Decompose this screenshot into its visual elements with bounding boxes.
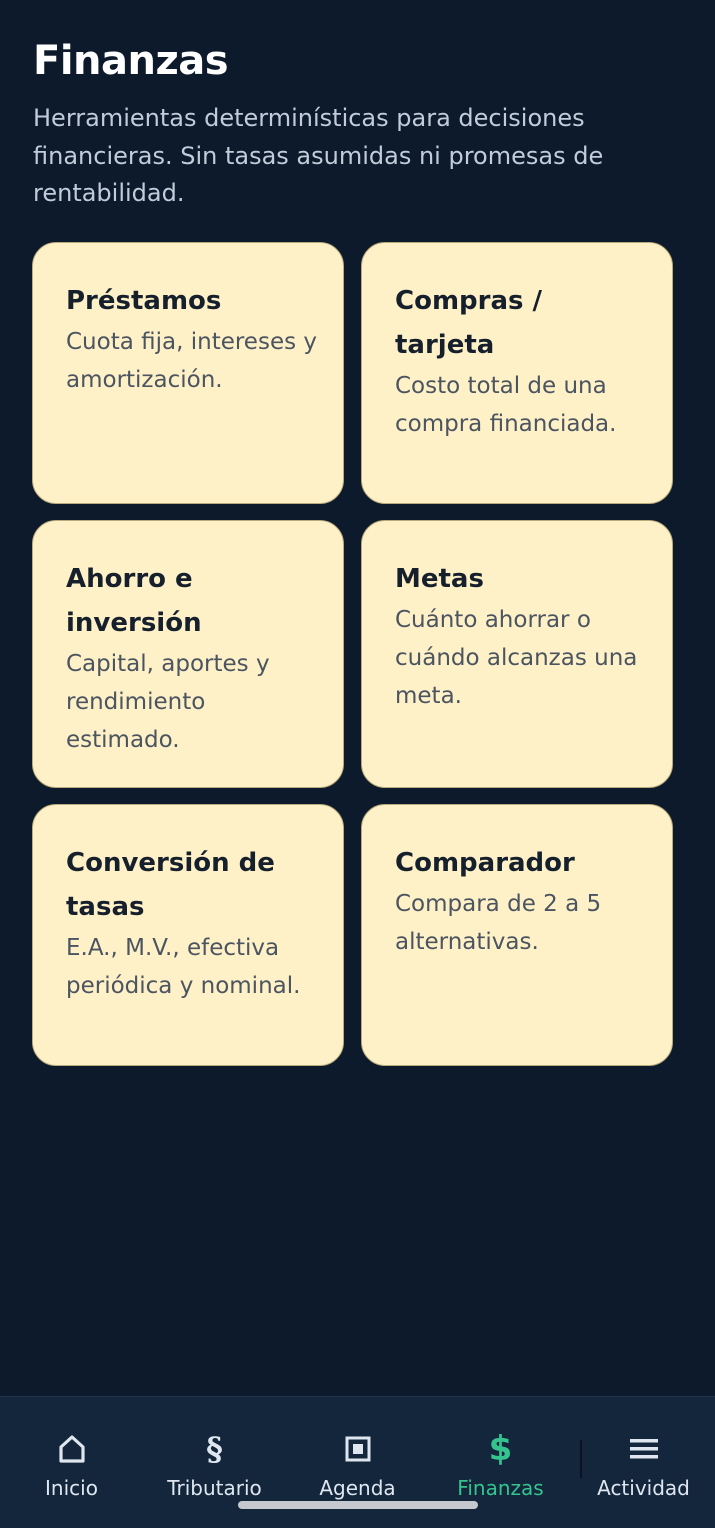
card-title: Compras / tarjeta [395, 286, 543, 360]
card-prestamos[interactable]: Préstamos Cuota fija, intereses y amorti… [32, 242, 344, 504]
nav-item-inicio[interactable]: Inicio [0, 1397, 143, 1528]
tools-grid: Préstamos Cuota fija, intereses y amorti… [32, 242, 673, 1066]
card-metas[interactable]: Metas Cuánto ahorrar o cuándo alcanzas u… [361, 520, 673, 788]
nav-label: Finanzas [457, 1476, 544, 1500]
card-ahorro-inversion[interactable]: Ahorro e inversión Capital, aportes y re… [32, 520, 344, 788]
agenda-square-icon [345, 1431, 371, 1467]
card-description: Capital, aportes y rendimiento estimado. [66, 651, 270, 753]
card-title: Comparador [395, 848, 575, 878]
section-sign-icon: § [206, 1430, 223, 1468]
dollar-icon: $ [488, 1429, 513, 1469]
nav-label: Agenda [319, 1476, 396, 1500]
card-description: Cuánto ahorrar o cuándo alcanzas una met… [395, 607, 638, 709]
card-title: Préstamos [66, 286, 222, 316]
nav-label: Actividad [597, 1476, 690, 1500]
card-compras-tarjeta[interactable]: Compras / tarjeta Costo total de una com… [361, 242, 673, 504]
card-comparador[interactable]: Comparador Compara de 2 a 5 alternativas… [361, 804, 673, 1066]
nav-label: Tributario [167, 1476, 262, 1500]
card-title: Conversión de tasas [66, 848, 275, 922]
card-description: Cuota fija, intereses y amortización. [66, 329, 318, 393]
card-description: Costo total de una compra financiada. [395, 373, 617, 437]
home-indicator[interactable] [238, 1501, 478, 1509]
card-conversion-tasas[interactable]: Conversión de tasas E.A., M.V., efectiva… [32, 804, 344, 1066]
finanzas-screen: Finanzas Herramientas determinísticas pa… [0, 0, 715, 1528]
card-title: Metas [395, 564, 484, 594]
page-subtitle: Herramientas determinísticas para decisi… [33, 104, 604, 207]
nav-item-actividad[interactable]: Actividad [572, 1397, 715, 1528]
menu-icon [629, 1431, 659, 1467]
card-title: Ahorro e inversión [66, 564, 202, 638]
nav-divider [580, 1440, 582, 1478]
card-description: Compara de 2 a 5 alternativas. [395, 891, 602, 955]
page-header: Finanzas Herramientas determinísticas pa… [33, 36, 673, 213]
home-icon [58, 1431, 86, 1467]
page-title: Finanzas [33, 38, 229, 84]
nav-label: Inicio [45, 1476, 98, 1500]
card-description: E.A., M.V., efectiva periódica y nominal… [66, 935, 301, 999]
